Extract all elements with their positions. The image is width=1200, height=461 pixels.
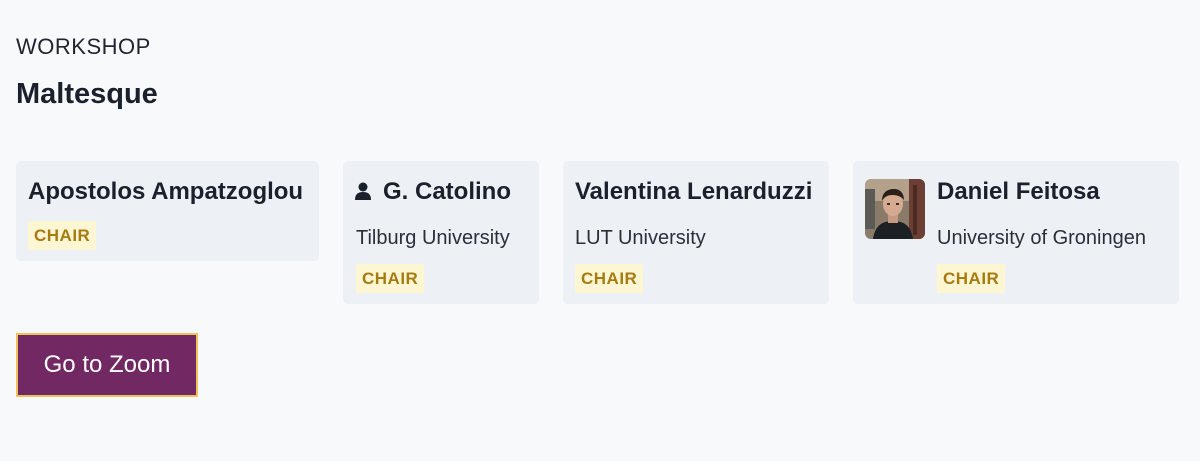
role-badge: CHAIR [356, 264, 425, 293]
go-to-zoom-button[interactable]: Go to Zoom [16, 333, 198, 397]
session-kind: WORKSHOP [16, 34, 151, 59]
avatar [865, 179, 925, 239]
person-affiliation: LUT University [575, 227, 706, 249]
person-card: Apostolos Ampatzoglou CHAIR [16, 161, 319, 261]
person-name[interactable]: Valentina Lenarduzzi [575, 178, 812, 206]
role-badge: CHAIR [937, 264, 1006, 293]
person-affiliation: University of Groningen [937, 227, 1146, 249]
person-name[interactable]: G. Catolino [383, 178, 511, 206]
person-card: G. Catolino Tilburg University CHAIR [343, 161, 539, 304]
role-badge: CHAIR [575, 264, 644, 293]
person-name[interactable]: Daniel Feitosa [937, 178, 1100, 206]
person-card: Valentina Lenarduzzi LUT University CHAI… [563, 161, 829, 304]
session-title: Maltesque [16, 78, 158, 110]
person-name[interactable]: Apostolos Ampatzoglou [28, 178, 303, 206]
person-affiliation: Tilburg University [356, 227, 510, 249]
person-card: Daniel Feitosa University of Groningen C… [853, 161, 1179, 304]
person-icon [355, 182, 371, 200]
role-badge: CHAIR [28, 221, 97, 250]
